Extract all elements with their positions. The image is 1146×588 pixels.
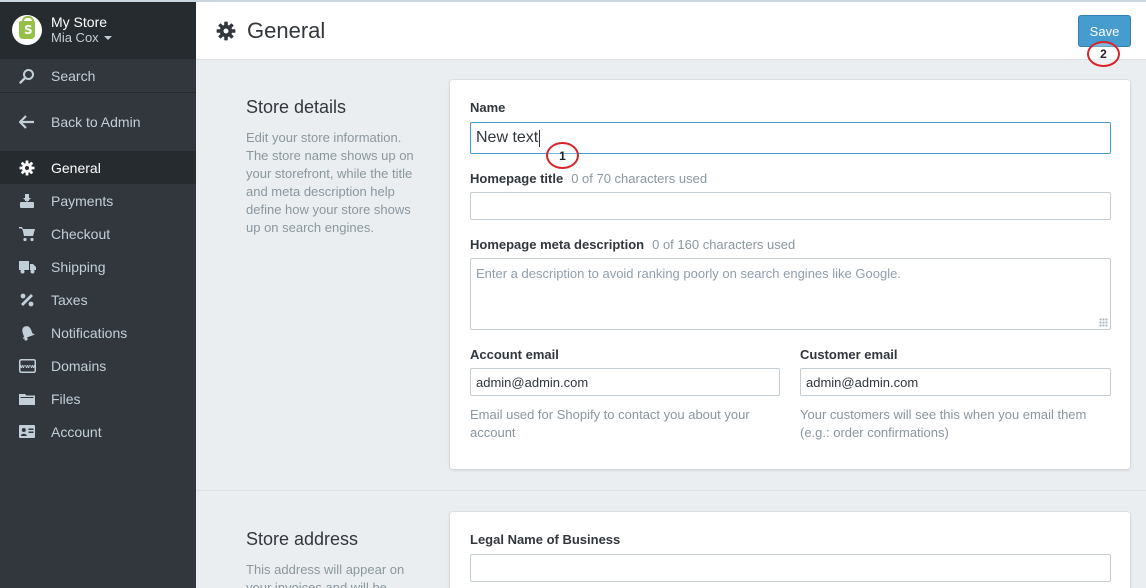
customer-email-value: admin@admin.com [806, 374, 919, 390]
back-to-admin-label: Back to Admin [51, 113, 141, 130]
account-email-value: admin@admin.com [476, 374, 589, 390]
homepage-title-label-text: Homepage title [470, 171, 564, 186]
homepage-title-label: Homepage title 0 of 70 characters used [470, 171, 707, 186]
legal-name-label: Legal Name of Business [470, 532, 621, 547]
annotation-marker-2: 2 [1087, 41, 1120, 67]
cart-icon [17, 224, 37, 244]
www-icon: www [17, 356, 37, 376]
folder-icon [17, 389, 37, 409]
store-name-value: New text [476, 129, 539, 146]
store-address-title: Store address [246, 529, 359, 549]
sidebar-item-label: Taxes [51, 291, 88, 308]
back-to-admin-link[interactable]: Back to Admin [0, 93, 196, 150]
svg-text:www: www [19, 364, 34, 370]
sidebar-item-files[interactable]: Files [0, 382, 196, 415]
percent-icon [17, 290, 37, 310]
customer-email-help: Your customers will see this when you em… [800, 407, 1087, 440]
account-email-input[interactable]: admin@admin.com [470, 368, 780, 396]
shopify-logo-icon: S [12, 14, 42, 45]
resize-handle-icon[interactable] [1099, 318, 1108, 327]
store-address-description: This address will appear on your invoice… [246, 562, 405, 588]
sidebar-item-label: Shipping [51, 258, 106, 275]
meta-description-placeholder: Enter a description to avoid ranking poo… [476, 266, 901, 281]
sidebar-item-label: Files [51, 390, 81, 407]
sidebar-item-label: Payments [51, 192, 114, 209]
top-border [0, 0, 1146, 2]
meta-description-label: Homepage meta description 0 of 160 charac… [470, 237, 795, 252]
id-card-icon [17, 422, 37, 442]
meta-description-label-text: Homepage meta description [470, 237, 645, 252]
search-icon [17, 66, 37, 86]
arrow-left-icon [17, 112, 37, 132]
sidebar-item-payments[interactable]: Payments [0, 184, 196, 217]
sidebar-item-general[interactable]: General [0, 151, 196, 184]
customer-email-label: Customer email [800, 347, 898, 362]
sidebar-item-domains[interactable]: www Domains [0, 349, 196, 382]
sidebar-item-label: Domains [51, 357, 107, 374]
page-title: General [247, 17, 326, 43]
user-menu[interactable]: Mia Cox [51, 30, 112, 46]
user-name: Mia Cox [51, 29, 99, 45]
gear-icon [17, 158, 37, 178]
homepage-title-input[interactable] [470, 192, 1111, 220]
customer-email-input[interactable]: admin@admin.com [800, 368, 1111, 396]
gear-icon [216, 21, 236, 41]
sidebar-item-checkout[interactable]: Checkout [0, 217, 196, 250]
payments-icon [17, 191, 37, 211]
annotation-marker-1: 1 [546, 142, 579, 169]
sidebar-item-notifications[interactable]: Notifications [0, 316, 196, 349]
text-cursor [539, 129, 541, 147]
meta-description-textarea[interactable]: Enter a description to avoid ranking poo… [470, 258, 1111, 330]
section-divider [196, 490, 1146, 491]
page-header: General Save [196, 2, 1146, 60]
sidebar-item-label: General [51, 159, 101, 176]
store-name: My Store [51, 13, 108, 30]
sidebar: S My Store Mia Cox Search Back to Admin … [0, 0, 196, 588]
store-details-title: Store details [246, 97, 347, 117]
meta-description-counter: 0 of 160 characters used [652, 237, 796, 252]
sidebar-item-taxes[interactable]: Taxes [0, 283, 196, 316]
homepage-title-counter: 0 of 70 characters used [571, 171, 708, 186]
name-label: Name [470, 100, 506, 115]
store-switcher[interactable]: S My Store Mia Cox [0, 0, 196, 59]
sidebar-item-shipping[interactable]: Shipping [0, 250, 196, 283]
search-label: Search [51, 67, 96, 84]
sidebar-item-label: Account [51, 423, 102, 440]
sidebar-item-account[interactable]: Account [0, 415, 196, 448]
account-email-label: Account email [470, 347, 559, 362]
legal-name-input[interactable] [470, 554, 1111, 582]
settings-nav: General Payments Checkout Shipping Taxes [0, 151, 196, 448]
sidebar-item-label: Checkout [51, 225, 111, 242]
bell-icon [17, 323, 37, 343]
account-email-help: Email used for Shopify to contact you ab… [470, 407, 750, 440]
store-details-description: Edit your store information. The store n… [246, 130, 414, 235]
sidebar-item-label: Notifications [51, 324, 128, 341]
truck-icon [17, 257, 37, 277]
caret-down-icon [103, 35, 112, 40]
sidebar-search[interactable]: Search [0, 59, 196, 93]
